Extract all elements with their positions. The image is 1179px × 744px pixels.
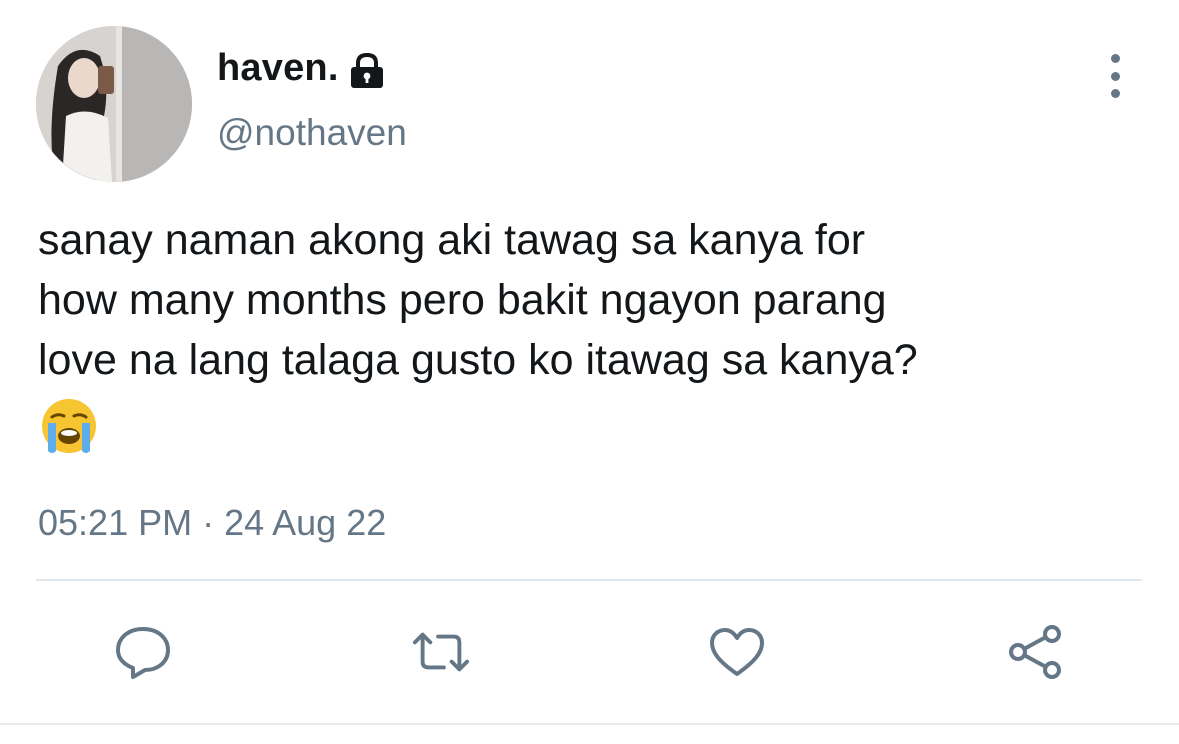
like-icon[interactable]	[707, 622, 767, 682]
user-handle[interactable]: @nothaven	[217, 112, 407, 154]
share-icon[interactable]	[1006, 622, 1066, 682]
tweet-timestamp[interactable]: 05:21 PM · 24 Aug 22	[38, 502, 386, 544]
display-name[interactable]: haven.	[217, 47, 339, 90]
loudly-crying-face-icon	[40, 397, 98, 455]
retweet-icon[interactable]	[411, 622, 471, 682]
user-name-row[interactable]: haven.	[217, 44, 389, 92]
bottom-divider	[0, 723, 1179, 725]
reply-icon[interactable]	[113, 622, 173, 682]
more-options-icon[interactable]	[1100, 54, 1130, 98]
lock-icon	[349, 46, 389, 90]
avatar[interactable]	[36, 26, 192, 182]
divider	[36, 579, 1142, 581]
tweet-text: sanay naman akong aki tawag sa kanya for…	[38, 216, 918, 384]
